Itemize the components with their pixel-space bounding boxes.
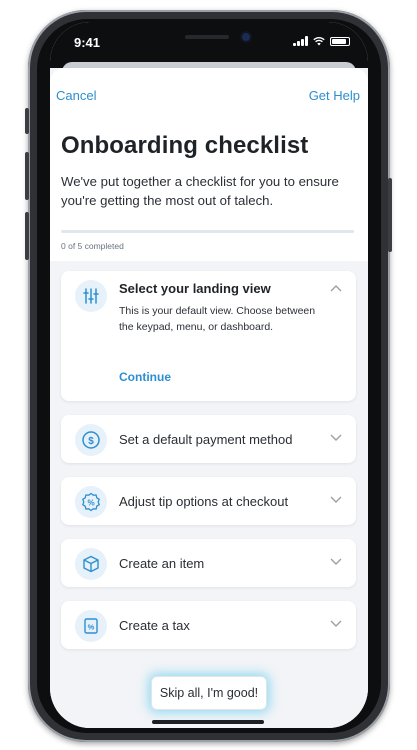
progress-text: 0 of 5 completed [61,241,124,251]
svg-text:%: % [87,499,94,508]
skip-container: Skip all, I'm good! [50,676,368,710]
chevron-up-icon[interactable] [330,284,342,292]
nav-bar: Cancel Get Help [50,68,368,108]
volume-up-button [25,152,29,200]
get-help-button[interactable]: Get Help [309,88,360,103]
checklist: Select your landing view This is your de… [50,261,368,649]
checklist-item-landing-view[interactable]: Select your landing view This is your de… [61,271,356,401]
page-subtitle: We've put together a checklist for you t… [61,174,339,208]
checklist-item-label: Select your landing view [119,281,271,296]
home-indicator [152,720,264,724]
dollar-coin-icon: $ [75,424,107,456]
onboarding-sheet: Cancel Get Help Onboarding checklist We'… [50,68,368,728]
speaker-grille [185,35,229,39]
signal-icon [293,36,308,46]
notch [130,22,290,52]
checklist-item-create-tax[interactable]: % Create a tax [61,601,356,649]
progress-bar [61,230,354,233]
checklist-item-label: Adjust tip options at checkout [119,494,289,509]
phone-screen: 9:41 Cancel Get Help Onboarding checklis… [50,22,368,728]
chevron-down-icon[interactable] [330,496,342,504]
chevron-down-icon[interactable] [330,434,342,442]
chevron-down-icon[interactable] [330,620,342,628]
chevron-down-icon[interactable] [330,558,342,566]
wifi-icon [313,36,325,46]
svg-text:$: $ [88,436,94,447]
checklist-item-tip-options[interactable]: % Adjust tip options at checkout [61,477,356,525]
front-camera [242,33,250,41]
silent-switch [25,108,29,134]
sliders-icon [75,280,107,312]
page-title: Onboarding checklist [61,132,309,159]
status-icons [293,36,350,46]
checklist-item-label: Create a tax [119,618,190,633]
box-icon [75,548,107,580]
checklist-item-label: Set a default payment method [119,432,293,447]
power-button [388,178,392,252]
checklist-item-create-item[interactable]: Create an item [61,539,356,587]
tax-receipt-icon: % [75,610,107,642]
skip-all-button[interactable]: Skip all, I'm good! [150,676,268,710]
battery-icon [330,36,350,46]
continue-button[interactable]: Continue [119,370,171,384]
checklist-item-label: Create an item [119,556,205,571]
svg-text:%: % [88,623,95,632]
checklist-item-description: This is your default view. Choose betwee… [119,305,316,333]
cancel-button[interactable]: Cancel [56,88,96,103]
checklist-item-payment-method[interactable]: $ Set a default payment method [61,415,356,463]
sheet-header: Cancel Get Help Onboarding checklist We'… [50,68,368,261]
volume-down-button [25,212,29,260]
status-time: 9:41 [74,35,101,50]
percent-badge-icon: % [75,486,107,518]
